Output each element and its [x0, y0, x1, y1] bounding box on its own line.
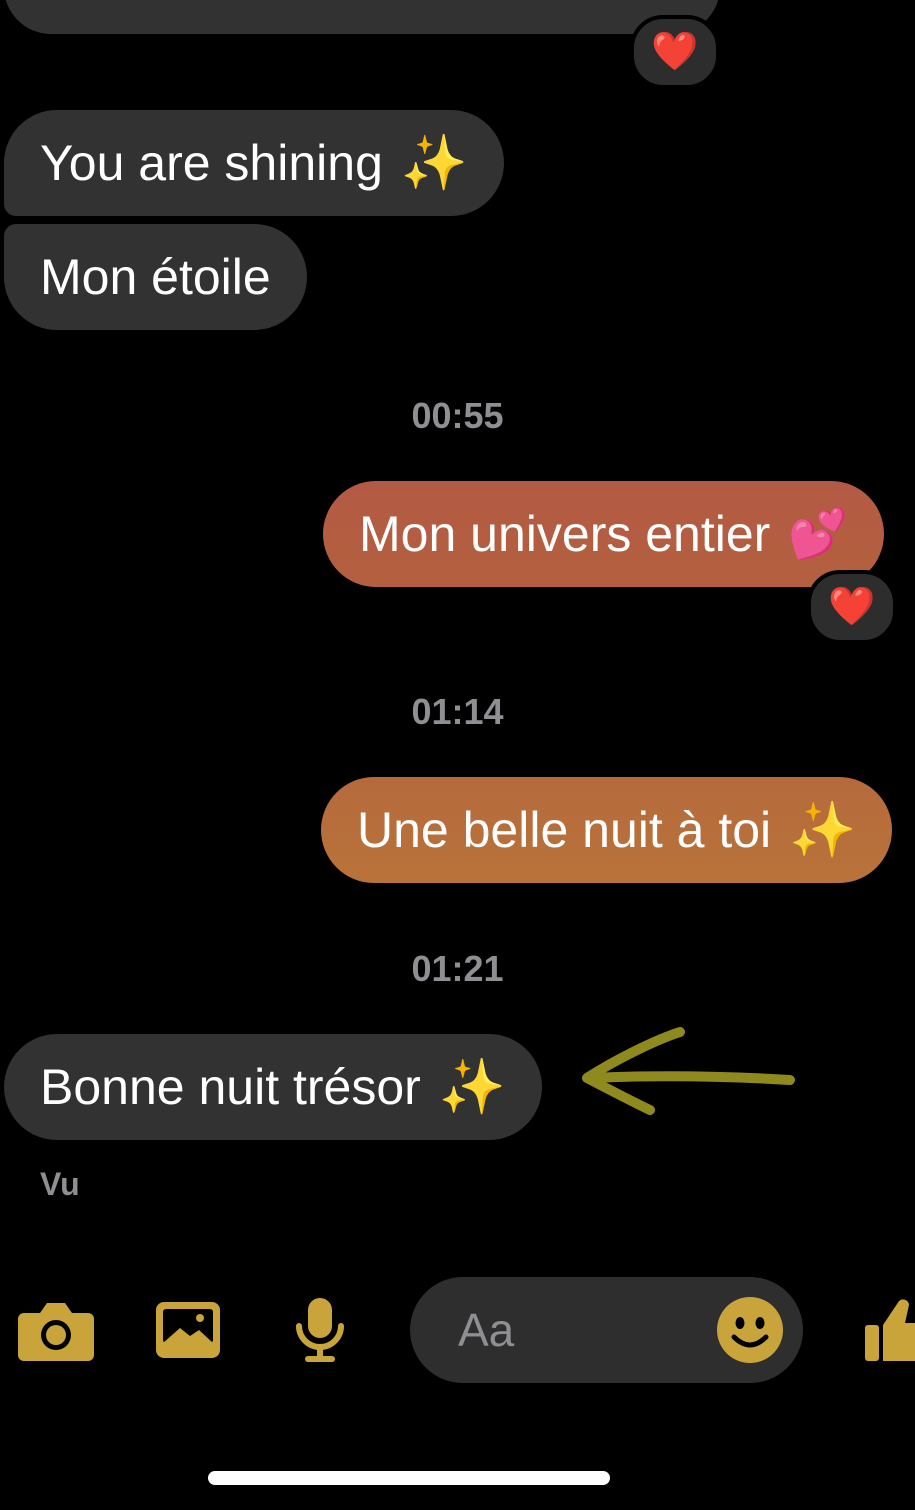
outgoing-message[interactable]: Mon univers entier 💕: [323, 481, 885, 587]
microphone-icon: [296, 1298, 344, 1362]
incoming-message[interactable]: Mon étoile: [4, 224, 307, 330]
sparkles-icon: ✨: [400, 131, 469, 194]
outgoing-message[interactable]: Une belle nuit à toi ✨: [321, 777, 893, 883]
message-bubble-cutoff[interactable]: [4, 0, 720, 34]
incoming-message[interactable]: You are shining ✨: [4, 110, 505, 216]
camera-icon: [18, 1303, 94, 1361]
annotation-arrow-icon: [582, 1027, 795, 1115]
message-input[interactable]: [456, 1302, 700, 1358]
home-indicator[interactable]: [208, 1471, 610, 1485]
timestamp: 01:14: [411, 691, 504, 732]
message-text: Une belle nuit à toi: [357, 802, 772, 858]
heart-icon: ❤️: [828, 586, 876, 628]
sparkles-icon: ✨: [789, 798, 857, 861]
gallery-button[interactable]: [148, 1290, 228, 1370]
timestamp: 01:21: [411, 948, 504, 989]
gallery-icon: [156, 1302, 220, 1358]
like-button[interactable]: [850, 1290, 915, 1370]
read-receipt: Vu: [40, 1166, 80, 1202]
microphone-button[interactable]: [280, 1290, 360, 1370]
message-text: You are shining: [40, 135, 383, 191]
message-composer[interactable]: [410, 1277, 803, 1383]
message-text: Mon univers entier: [359, 506, 771, 562]
camera-button[interactable]: [16, 1290, 96, 1370]
sparkles-icon: ✨: [438, 1055, 507, 1118]
timestamp: 00:55: [411, 395, 504, 436]
emoji-icon[interactable]: [715, 1295, 785, 1365]
message-text: Mon étoile: [40, 249, 271, 305]
message-text: Bonne nuit trésor: [40, 1059, 421, 1115]
heart-icon: ❤️: [651, 31, 699, 73]
heart-reaction-top[interactable]: ❤️: [630, 15, 720, 89]
thumbs-up-icon: [865, 1299, 915, 1361]
heart-reaction[interactable]: ❤️: [807, 570, 897, 644]
incoming-message[interactable]: Bonne nuit trésor ✨: [4, 1034, 543, 1140]
